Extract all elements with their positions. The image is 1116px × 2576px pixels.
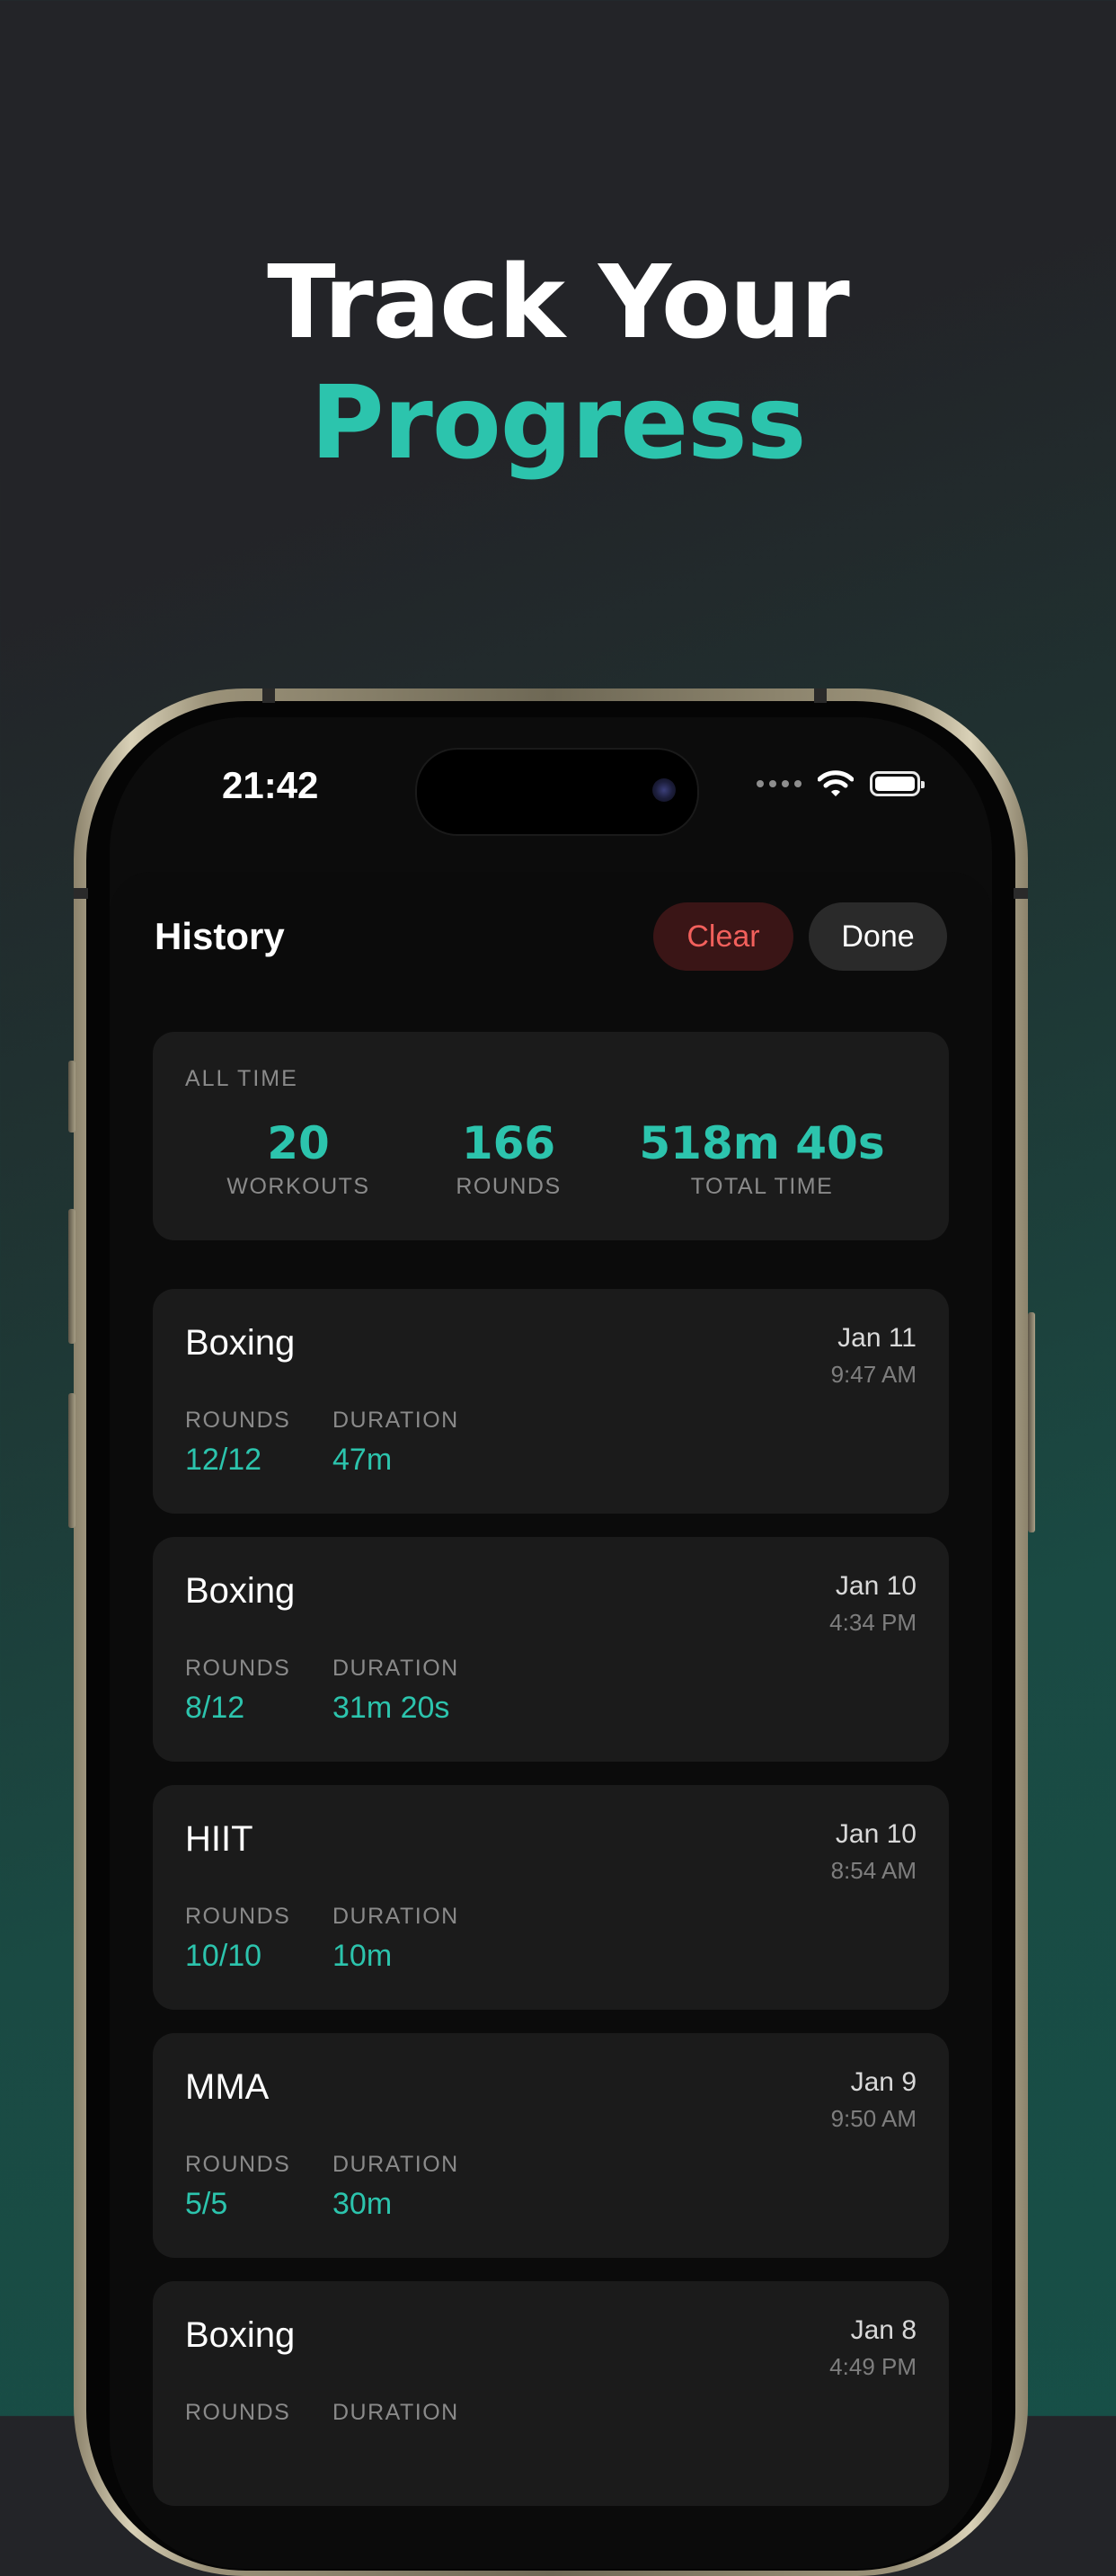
session-time: 4:49 PM bbox=[829, 2353, 917, 2380]
status-time: 21:42 bbox=[222, 764, 319, 806]
metric-label: DURATION bbox=[332, 1656, 459, 1681]
metric-label: DURATION bbox=[332, 2152, 459, 2177]
clear-button[interactable]: Clear bbox=[653, 902, 793, 971]
session-date: Jan 10 bbox=[835, 1571, 917, 1601]
session-time: 4:34 PM bbox=[829, 1609, 917, 1636]
page-title: History bbox=[155, 915, 285, 957]
metric-value: 8/12 bbox=[185, 1691, 245, 1725]
rounds-metric: ROUNDS 5/5 bbox=[185, 2152, 290, 2222]
session-time: 9:50 AM bbox=[830, 2105, 917, 2132]
duration-metric: DURATION 31m 20s bbox=[332, 1656, 459, 1726]
metric-label: ROUNDS bbox=[185, 1656, 291, 1681]
dynamic-island bbox=[415, 748, 699, 836]
duration-metric: DURATION 47m bbox=[332, 1408, 459, 1478]
metric-label: DURATION bbox=[332, 2400, 459, 2425]
antenna-line bbox=[262, 688, 275, 703]
session-date: Jan 8 bbox=[850, 2315, 917, 2345]
session-time: 8:54 AM bbox=[830, 1857, 917, 1884]
duration-metric: DURATION 30m bbox=[332, 2152, 459, 2222]
camera-icon bbox=[652, 778, 676, 802]
metric-value: 5/5 bbox=[185, 2187, 228, 2221]
metric-value: 10/10 bbox=[185, 1939, 262, 1973]
antenna-line bbox=[814, 688, 827, 703]
signal-dots-icon bbox=[757, 780, 802, 787]
metric-label: ROUNDS bbox=[185, 1904, 291, 1929]
session-name: Boxing bbox=[185, 1323, 296, 1363]
metric-value: 47m bbox=[332, 1443, 393, 1477]
session-name: MMA bbox=[185, 2067, 270, 2107]
history-sheet: History Clear Done ALL TIME 20 WORKOUTS … bbox=[110, 872, 992, 2569]
stat-total-time: 518m 40s TOTAL TIME bbox=[639, 1116, 884, 1200]
stat-value: 166 bbox=[461, 1117, 556, 1169]
session-name: Boxing bbox=[185, 2315, 296, 2355]
stat-label: ROUNDS bbox=[456, 1174, 562, 1199]
metric-value: 30m bbox=[332, 2187, 393, 2221]
volume-up-button bbox=[68, 1209, 75, 1344]
session-name: Boxing bbox=[185, 1571, 296, 1611]
headline-line-2: Progress bbox=[310, 365, 807, 482]
session-name: HIIT bbox=[185, 1819, 253, 1859]
action-button bbox=[68, 1061, 75, 1133]
metric-label: DURATION bbox=[332, 1408, 459, 1433]
done-button[interactable]: Done bbox=[809, 902, 947, 971]
metric-label: ROUNDS bbox=[185, 2400, 291, 2425]
rounds-metric: ROUNDS 12/12 bbox=[185, 1408, 290, 1478]
session-card[interactable]: Boxing Jan 10 4:34 PM ROUNDS 8/12 DURATI… bbox=[153, 1537, 949, 1762]
all-time-summary-card: ALL TIME 20 WORKOUTS 166 ROUNDS 518m 40s… bbox=[153, 1032, 949, 1240]
duration-metric: DURATION 10m bbox=[332, 1904, 459, 1974]
antenna-line bbox=[74, 888, 88, 899]
session-card[interactable]: Boxing Jan 11 9:47 AM ROUNDS 12/12 DURAT… bbox=[153, 1289, 949, 1514]
stat-label: TOTAL TIME bbox=[690, 1174, 834, 1199]
headline-line-1: Track Your bbox=[267, 244, 850, 361]
antenna-line bbox=[1014, 888, 1028, 899]
session-card[interactable]: HIIT Jan 10 8:54 AM ROUNDS 10/10 DURATIO… bbox=[153, 1785, 949, 2010]
headline: Track Your Progress bbox=[0, 243, 1116, 484]
stat-label: WORKOUTS bbox=[226, 1174, 370, 1199]
rounds-metric: ROUNDS bbox=[185, 2400, 290, 2435]
metric-label: ROUNDS bbox=[185, 1408, 291, 1433]
rounds-metric: ROUNDS 10/10 bbox=[185, 1904, 290, 1974]
session-date: Jan 11 bbox=[837, 1323, 917, 1353]
metric-value: 10m bbox=[332, 1939, 393, 1973]
stat-value: 20 bbox=[267, 1117, 330, 1169]
duration-metric: DURATION bbox=[332, 2400, 459, 2435]
stat-rounds: 166 ROUNDS bbox=[456, 1116, 561, 1200]
status-icons bbox=[757, 768, 925, 800]
power-button bbox=[1028, 1312, 1035, 1532]
session-card[interactable]: MMA Jan 9 9:50 AM ROUNDS 5/5 DURATION 30… bbox=[153, 2033, 949, 2258]
volume-down-button bbox=[68, 1393, 75, 1528]
wifi-icon bbox=[818, 770, 854, 796]
rounds-metric: ROUNDS 8/12 bbox=[185, 1656, 290, 1726]
phone-screen: 21:42 History Clear Done ALL TIME 20 WOR… bbox=[110, 717, 992, 2569]
stat-value: 518m 40s bbox=[639, 1117, 885, 1169]
stat-workouts: 20 WORKOUTS bbox=[226, 1116, 369, 1200]
metric-label: ROUNDS bbox=[185, 2152, 291, 2177]
battery-icon bbox=[870, 771, 925, 796]
session-date: Jan 9 bbox=[850, 2067, 917, 2097]
summary-label: ALL TIME bbox=[185, 1066, 298, 1091]
metric-label: DURATION bbox=[332, 1904, 459, 1929]
metric-value: 31m 20s bbox=[332, 1691, 450, 1725]
session-card[interactable]: Boxing Jan 8 4:49 PM ROUNDS DURATION bbox=[153, 2281, 949, 2506]
session-date: Jan 10 bbox=[835, 1819, 917, 1849]
metric-value: 12/12 bbox=[185, 1443, 262, 1477]
session-time: 9:47 AM bbox=[830, 1361, 917, 1388]
